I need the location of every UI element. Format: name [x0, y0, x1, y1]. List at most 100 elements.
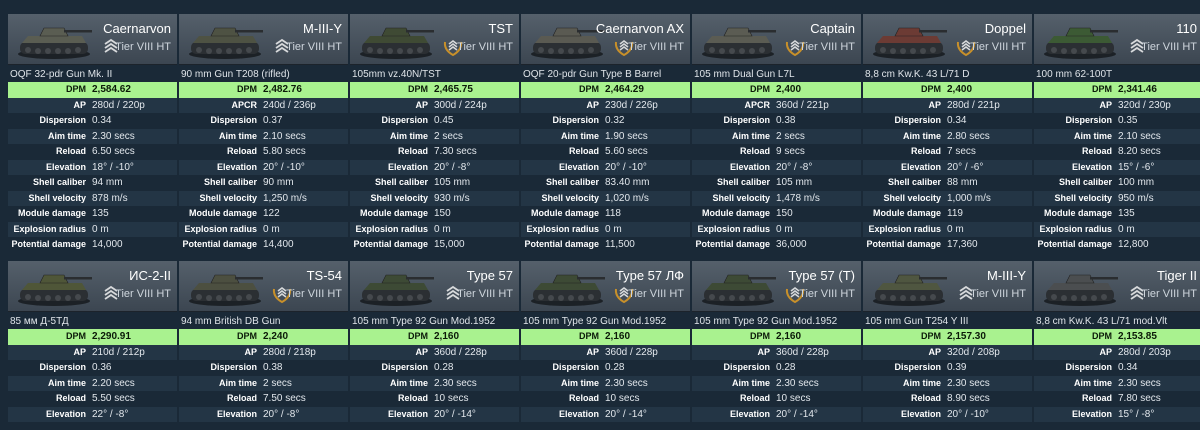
dispersion-value: 0.36 — [92, 362, 112, 373]
reload-label: Reload — [910, 393, 941, 403]
tank-name: Caernarvon — [103, 21, 171, 36]
dispersion-value: 0.38 — [776, 115, 796, 126]
module-damage-row: Module damage 122 — [179, 206, 348, 222]
penetration-value: 280d / 221p — [947, 99, 1000, 111]
tank-card[interactable]: Type 57 ЛФ Tier VIII HT 105 mm Type 92 Gun… — [521, 261, 690, 422]
elevation-row: Elevation 20° / -10° — [521, 159, 690, 175]
penetration-label: AP — [73, 99, 86, 110]
tank-card[interactable]: Type 57 (T) Tier VIII HT 105 mm Type 92 Gu… — [692, 261, 861, 422]
elevation-row: Elevation 15° / -6° — [1034, 159, 1200, 175]
dispersion-row: Dispersion 0.32 — [521, 113, 690, 129]
module-damage-label: Module damage — [1043, 208, 1112, 218]
penetration-row: AP 360d / 228p — [350, 344, 519, 360]
elevation-value: 20° / -6° — [947, 161, 984, 173]
aim-time-value: 1.90 secs — [605, 130, 648, 142]
dispersion-value: 0.35 — [1118, 115, 1138, 126]
dispersion-label: Dispersion — [894, 115, 941, 125]
shell-velocity-label: Shell velocity — [28, 192, 86, 203]
module-damage-value: 118 — [605, 208, 621, 219]
tank-card[interactable]: Caernarvon AX Tier VIII HT OQF 20-pdr Gun … — [521, 14, 690, 253]
elevation-label: Elevation — [558, 408, 599, 419]
gun-name: 8,8 cm Kw.K. 43 L/71 mod.Vlt — [1036, 316, 1168, 327]
elevation-row: Elevation 20° / -14° — [692, 406, 861, 422]
tank-card[interactable]: ИС-2-II Tier VIII HT 85 мм Д-5ТД DPM 2,290.9… — [8, 261, 177, 422]
aim-time-label: Aim time — [731, 377, 770, 388]
elevation-row: Elevation 20° / -8° — [350, 159, 519, 175]
aim-time-row: Aim time 2.30 secs — [863, 375, 1032, 391]
gun-name: 100 mm 62-100T — [1036, 69, 1113, 80]
gun-name: 90 mm Gun T208 (rifled) — [181, 69, 290, 80]
elevation-row: Elevation 20° / -14° — [521, 406, 690, 422]
tank-card[interactable]: TS-54 Tier VIII HT 94 mm British DB Gun DPM… — [179, 261, 348, 422]
penetration-row: AP 360d / 228p — [692, 344, 861, 360]
reload-value: 10 secs — [605, 393, 640, 404]
aim-time-row: Aim time 2.30 secs — [521, 375, 690, 391]
dispersion-label: Dispersion — [210, 115, 257, 125]
dispersion-label: Dispersion — [1065, 115, 1112, 125]
tank-header: ИС-2-II Tier VIII HT — [8, 261, 177, 312]
penetration-label: AP — [244, 346, 257, 357]
reload-label: Reload — [910, 146, 941, 156]
module-damage-row: Module damage 150 — [692, 206, 861, 222]
penetration-value: 320d / 208p — [947, 346, 1000, 358]
aim-time-value: 2 secs — [776, 130, 805, 142]
dispersion-label: Dispersion — [1065, 362, 1112, 372]
elevation-label: Elevation — [729, 161, 770, 172]
dpm-value: 2,160 — [776, 331, 802, 342]
dispersion-row: Dispersion 0.37 — [179, 113, 348, 129]
dispersion-value: 0.38 — [263, 362, 283, 373]
tank-card[interactable]: Tiger II Tier VIII HT 8,8 cm Kw.K. 43 L/71… — [1034, 261, 1200, 422]
shell-caliber-value: 90 mm — [263, 177, 294, 188]
shell-caliber-value: 105 mm — [776, 177, 813, 188]
tank-card[interactable]: Caernarvon Tier VIII HT OQF 32-pdr Gun Mk.… — [8, 14, 177, 253]
module-damage-row: Module damage 150 — [350, 206, 519, 222]
shell-velocity-value: 878 m/s — [92, 192, 128, 204]
reload-row: Reload 10 secs — [521, 391, 690, 407]
dpm-row: DPM 2,584.62 — [8, 82, 177, 98]
reload-label: Reload — [397, 146, 428, 156]
elevation-row: Elevation 20° / -14° — [350, 406, 519, 422]
dpm-row: DPM 2,482.76 — [179, 82, 348, 98]
module-damage-row: Module damage 119 — [863, 206, 1032, 222]
dispersion-label: Dispersion — [39, 362, 86, 372]
tank-card[interactable]: M-III-Y Tier VIII HT 105 mm Gun T254 Y III… — [863, 261, 1032, 422]
reload-value: 5.60 secs — [605, 146, 648, 157]
dpm-value: 2,160 — [434, 331, 460, 342]
tank-card[interactable]: Captain Tier VIII HT 105 mm Dual Gun L7L DP… — [692, 14, 861, 253]
tank-card[interactable]: Type 57 Tier VIII HT 105 mm Type 92 Gun Mo… — [350, 261, 519, 422]
penetration-label: AP — [586, 346, 599, 357]
tank-card[interactable]: Doppel Tier VIII HT 8,8 cm Kw.K. 43 L/71 D… — [863, 14, 1032, 253]
tank-header: Type 57 Tier VIII HT — [350, 261, 519, 312]
aim-time-row: Aim time 2.30 secs — [8, 128, 177, 144]
tank-card[interactable]: 110 Tier VIII HT 100 mm 62-100T DPM 2,341.46… — [1034, 14, 1200, 253]
elevation-label: Elevation — [900, 161, 941, 172]
tank-card[interactable]: TST Tier VIII HT 105mm vz.40N/TST DPM 2,465.… — [350, 14, 519, 253]
dpm-value: 2,341.46 — [1118, 84, 1157, 95]
tank-tier: Tier VIII HT — [628, 288, 684, 300]
dispersion-value: 0.34 — [92, 115, 112, 126]
shell-velocity-label: Shell velocity — [541, 192, 599, 203]
elevation-value: 20° / -10° — [605, 161, 647, 173]
dpm-value: 2,240 — [263, 331, 289, 342]
aim-time-label: Aim time — [389, 130, 428, 141]
gun-name: 105 mm Dual Gun L7L — [694, 69, 795, 80]
elevation-label: Elevation — [900, 408, 941, 419]
penetration-row: AP 280d / 218p — [179, 344, 348, 360]
reload-row: Reload 5.80 secs — [179, 144, 348, 160]
tank-card[interactable]: M-III-Y Tier VIII HT 90 mm Gun T208 (rifle… — [179, 14, 348, 253]
penetration-row: AP 360d / 228p — [521, 344, 690, 360]
dpm-label: DPM — [579, 331, 599, 341]
potential-damage-value: 14,000 — [92, 239, 123, 250]
tank-image — [356, 20, 436, 60]
explosion-radius-label: Explosion radius — [184, 223, 257, 234]
tank-image — [1040, 20, 1120, 60]
penetration-label: APCR — [744, 99, 770, 110]
dispersion-value: 0.45 — [434, 115, 454, 126]
explosion-radius-row: Explosion radius 0 m — [1034, 221, 1200, 237]
shell-velocity-value: 930 m/s — [434, 192, 470, 204]
dispersion-row: Dispersion 0.38 — [179, 360, 348, 376]
shell-velocity-row: Shell velocity 930 m/s — [350, 190, 519, 206]
penetration-value: 360d / 228p — [434, 346, 487, 358]
tank-tier: Tier VIII HT — [457, 41, 513, 53]
shell-caliber-label: Shell caliber — [716, 177, 770, 187]
